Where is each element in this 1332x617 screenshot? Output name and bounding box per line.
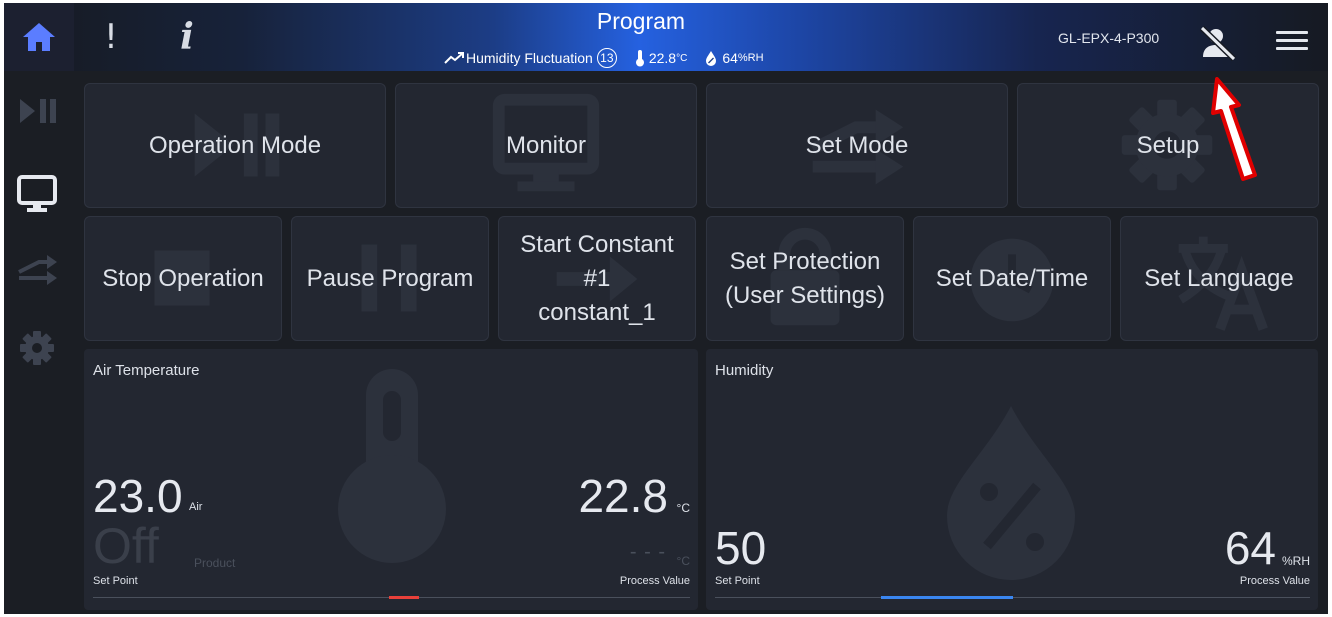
product-process-unit: °C — [676, 554, 690, 568]
sidebar — [4, 71, 74, 614]
thermometer-icon — [635, 50, 644, 67]
page-title: Program — [596, 8, 686, 34]
start-constant-line-2: #1 — [583, 264, 611, 292]
air-temperature-process-value: 22.8 — [578, 470, 668, 522]
set-protection-tile[interactable]: Set Protection (User Settings) — [706, 216, 904, 341]
air-temperature-panel: Air Temperature 23.0 Air Off Product 22.… — [84, 349, 698, 610]
annotation-arrow — [1211, 77, 1257, 181]
transfer-icon — [18, 255, 57, 285]
product-set-point[interactable]: Off — [93, 517, 159, 575]
device-name: GL-EPX-4-P300 — [1058, 30, 1160, 46]
step-count-badge: 13 — [596, 48, 617, 68]
header-bar: ! i Program Humidity Fluctuation 13 22.8… — [4, 3, 1328, 71]
sidebar-item-set-mode[interactable] — [4, 236, 74, 306]
home-button[interactable] — [4, 3, 74, 71]
humidity-process-value: 64 — [1224, 522, 1276, 574]
monitor-icon — [17, 175, 57, 212]
setup-tile[interactable]: Setup — [1017, 83, 1319, 208]
start-constant-line-3: constant_1 — [538, 298, 656, 326]
status-temperature-unit: °C — [676, 52, 688, 64]
app-window: ! i Program Humidity Fluctuation 13 22.8… — [4, 3, 1328, 614]
sidebar-item-monitor[interactable] — [4, 161, 74, 231]
pause-program-tile[interactable]: Pause Program — [291, 216, 489, 341]
set-point-label: Set Point — [93, 575, 138, 587]
setup-label: Setup — [1136, 131, 1200, 159]
exclamation-icon: ! — [104, 17, 118, 57]
process-value-label: Process Value — [1239, 575, 1310, 587]
monitor-label: Monitor — [505, 131, 587, 159]
program-status: Humidity Fluctuation 13 22.8 °C 64 %RH — [444, 47, 764, 69]
humidity-indicator — [881, 596, 1013, 599]
pause-program-label: Pause Program — [306, 264, 474, 292]
product-label: Product — [194, 556, 236, 570]
humidity-drop-icon — [947, 406, 1075, 580]
info-button[interactable]: i — [172, 15, 202, 59]
set-protection-line-1: Set Protection — [729, 247, 881, 275]
temperature-indicator — [389, 596, 419, 599]
stop-operation-tile[interactable]: Stop Operation — [84, 216, 282, 341]
home-icon — [23, 23, 55, 51]
operation-mode-label: Operation Mode — [148, 131, 322, 159]
monitor-tile[interactable]: Monitor — [395, 83, 697, 208]
set-protection-label: Set Protection (User Settings) — [707, 217, 903, 340]
alarm-button[interactable]: ! — [98, 17, 124, 57]
user-slash-icon — [1199, 25, 1237, 62]
user-login-button[interactable] — [1198, 23, 1238, 63]
status-humidity-unit: %RH — [737, 52, 764, 64]
air-temperature-title: Air Temperature — [93, 362, 200, 379]
start-constant-label: Start Constant #1 constant_1 — [499, 217, 695, 340]
menu-button[interactable] — [1274, 25, 1310, 55]
set-date-time-tile[interactable]: Set Date/Time — [913, 216, 1111, 341]
start-constant-line-1: Start Constant — [520, 230, 674, 258]
program-name: Humidity Fluctuation — [466, 50, 593, 66]
thermometer-icon — [338, 369, 446, 563]
trend-icon — [444, 52, 464, 64]
info-icon: i — [180, 16, 194, 58]
sidebar-item-setup[interactable] — [4, 316, 74, 386]
sidebar-item-operation[interactable] — [4, 81, 74, 151]
status-humidity: 64 — [722, 50, 738, 66]
set-mode-tile[interactable]: Set Mode — [706, 83, 1008, 208]
air-set-point-sub: Air — [189, 501, 203, 513]
stop-operation-label: Stop Operation — [102, 264, 264, 292]
set-protection-line-2: (User Settings) — [724, 281, 886, 309]
air-temperature-unit: °C — [676, 501, 690, 515]
operation-mode-tile[interactable]: Operation Mode — [84, 83, 386, 208]
set-language-label: Set Language — [1144, 264, 1294, 292]
set-point-label: Set Point — [715, 575, 760, 587]
air-temperature-set-point[interactable]: 23.0 — [93, 469, 183, 523]
product-process-value: - - - — [629, 541, 666, 563]
droplet-icon — [706, 51, 717, 66]
set-date-time-label: Set Date/Time — [935, 264, 1089, 292]
humidity-set-point[interactable]: 50 — [715, 521, 766, 575]
gear-icon — [20, 331, 54, 365]
humidity-panel: Humidity 50 64 %RH Set Point Process Val… — [706, 349, 1318, 610]
humidity-title: Humidity — [715, 362, 774, 379]
play-pause-icon — [20, 99, 56, 123]
process-value-label: Process Value — [619, 575, 690, 587]
start-constant-tile[interactable]: Start Constant #1 constant_1 — [498, 216, 696, 341]
set-language-tile[interactable]: Set Language — [1120, 216, 1318, 341]
set-mode-label: Set Mode — [805, 131, 909, 159]
humidity-unit: %RH — [1281, 554, 1310, 568]
status-temperature: 22.8 — [648, 50, 677, 66]
